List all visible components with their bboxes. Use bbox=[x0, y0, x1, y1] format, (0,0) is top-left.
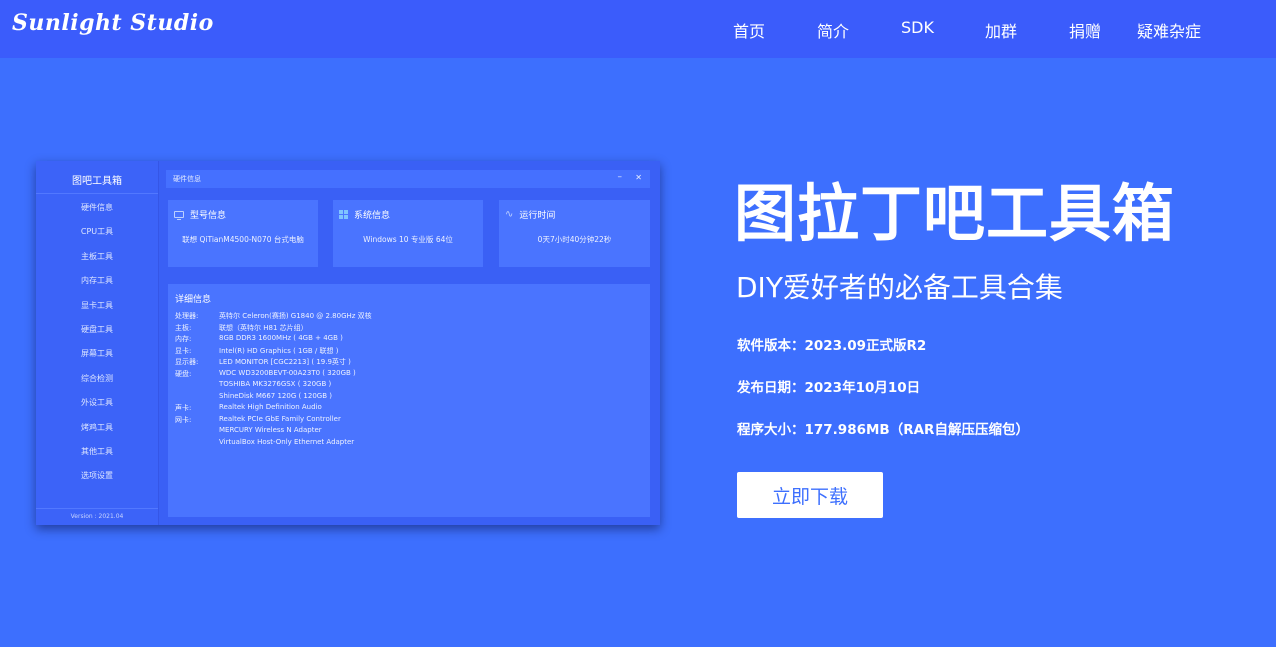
sidebar-divider bbox=[36, 508, 158, 509]
detail-key: 硬盘: bbox=[175, 369, 192, 378]
app-menu-item: 主板工具 bbox=[81, 251, 113, 261]
app-menu-item: 外设工具 bbox=[81, 398, 113, 408]
detail-value: LED MONITOR [CGC2213] ( 19.9英寸 ) bbox=[219, 358, 351, 366]
close-icon: ✕ bbox=[635, 173, 642, 182]
app-menu-item: 烤鸡工具 bbox=[81, 422, 113, 432]
nav-donate[interactable]: 捐赠 bbox=[1069, 18, 1101, 42]
detail-key bbox=[175, 380, 219, 392]
app-menu-item: 选项设置 bbox=[81, 471, 113, 481]
detail-row: 显示器: LED MONITOR [CGC2213] ( 19.9英寸 ) bbox=[175, 357, 372, 369]
detail-value: Realtek PCIe GbE Family Controller bbox=[219, 414, 341, 423]
detail-value: WDC WD3200BEVT-00A23T0 ( 320GB ) bbox=[219, 368, 356, 377]
detail-key bbox=[175, 392, 219, 404]
detail-row: 处理器: 英特尔 Celeron(赛扬) G1840 @ 2.80GHz 双核 bbox=[175, 311, 372, 323]
card-value: 0天7小时40分钟22秒 bbox=[537, 235, 612, 244]
minimize-icon: – bbox=[617, 172, 623, 182]
app-preview-window: 图吧工具箱 硬件信息 CPU工具 主板工具 内存工具 显卡工具 硬盘工具 屏幕工… bbox=[36, 161, 660, 525]
nav-faq[interactable]: 疑难杂症 bbox=[1137, 18, 1201, 42]
system-info-card: 系统信息 Windows 10 专业版 64位 bbox=[333, 200, 483, 267]
download-button[interactable]: 立即下载 bbox=[737, 472, 883, 518]
card-value: 联想 QiTianM4500-N070 台式电脑 bbox=[182, 235, 304, 244]
app-menu-item: 综合检测 bbox=[81, 373, 113, 383]
uptime-card: ∿ 运行时间 0天7小时40分钟22秒 bbox=[499, 200, 650, 267]
detail-row: ShineDisk M667 120G ( 120GB ) bbox=[175, 392, 372, 404]
detail-row: 网卡: Realtek PCIe GbE Family Controller bbox=[175, 415, 372, 427]
app-sidebar: 图吧工具箱 硬件信息 CPU工具 主板工具 内存工具 显卡工具 硬盘工具 屏幕工… bbox=[36, 161, 159, 525]
detail-key: 声卡: bbox=[175, 404, 192, 412]
detail-key: 主板: bbox=[175, 323, 192, 332]
detail-row: 显卡: Intel(R) HD Graphics ( 1GB / 联想 ) bbox=[175, 346, 372, 358]
nav-join-group[interactable]: 加群 bbox=[985, 18, 1017, 42]
app-titlebar: 硬件信息 – ✕ bbox=[166, 170, 650, 188]
card-title: 运行时间 bbox=[519, 211, 556, 221]
detail-row: 声卡: Realtek High Definition Audio bbox=[175, 403, 372, 415]
app-version: Version : 2021.04 bbox=[70, 513, 124, 520]
detail-value: VirtualBox Host-Only Ethernet Adapter bbox=[219, 437, 355, 446]
detail-row: 硬盘: WDC WD3200BEVT-00A23T0 ( 320GB ) bbox=[175, 369, 372, 381]
detail-row: MERCURY Wireless N Adapter bbox=[175, 426, 372, 438]
detail-key: 网卡: bbox=[175, 415, 192, 424]
site-logo[interactable]: Sunlight Studio bbox=[12, 10, 214, 36]
detail-key: 处理器: bbox=[175, 312, 199, 320]
app-menu-item: 内存工具 bbox=[81, 276, 113, 286]
app-menu-item: 其他工具 bbox=[81, 446, 113, 456]
detail-key: 显卡: bbox=[175, 346, 192, 355]
pulse-icon: ∿ bbox=[505, 208, 514, 220]
monitor-icon bbox=[174, 211, 184, 220]
nav-home[interactable]: 首页 bbox=[733, 18, 765, 42]
hero-subtitle: DIY爱好者的必备工具合集 bbox=[736, 271, 1063, 304]
detail-value: Intel(R) HD Graphics ( 1GB / 联想 ) bbox=[219, 346, 339, 355]
hero-title: 图拉丁吧工具箱 bbox=[734, 177, 1176, 250]
release-date: 发布日期：2023年10月10日 bbox=[737, 380, 921, 396]
detail-info-panel: 详细信息 处理器: 英特尔 Celeron(赛扬) G1840 @ 2.80GHz… bbox=[168, 284, 650, 517]
detail-title: 详细信息 bbox=[175, 295, 212, 305]
detail-value: 8GB DDR3 1600MHz ( 4GB + 4GB ) bbox=[219, 334, 343, 342]
detail-value: ShineDisk M667 120G ( 120GB ) bbox=[219, 391, 332, 400]
model-info-card: 型号信息 联想 QiTianM4500-N070 台式电脑 bbox=[168, 200, 318, 267]
nav-sdk[interactable]: SDK bbox=[901, 18, 934, 37]
app-menu-item: CPU工具 bbox=[80, 227, 114, 237]
detail-value: Realtek High Definition Audio bbox=[219, 403, 322, 411]
detail-key bbox=[175, 438, 219, 450]
card-title: 系统信息 bbox=[354, 211, 391, 221]
app-menu-item: 屏幕工具 bbox=[81, 349, 113, 359]
detail-key: 显示器: bbox=[175, 358, 199, 366]
detail-row: TOSHIBA MK3276GSX ( 320GB ) bbox=[175, 380, 372, 392]
app-menu-item: 显卡工具 bbox=[81, 300, 113, 310]
card-title: 型号信息 bbox=[190, 211, 227, 221]
detail-row: VirtualBox Host-Only Ethernet Adapter bbox=[175, 438, 372, 450]
detail-value: 联想（英特尔 H81 芯片组） bbox=[219, 323, 308, 332]
detail-value: TOSHIBA MK3276GSX ( 320GB ) bbox=[219, 380, 332, 388]
detail-key bbox=[175, 426, 219, 438]
app-window-title: 硬件信息 bbox=[173, 175, 201, 183]
detail-row: 内存: 8GB DDR3 1600MHz ( 4GB + 4GB ) bbox=[175, 334, 372, 346]
app-menu: 硬件信息 CPU工具 主板工具 内存工具 显卡工具 硬盘工具 屏幕工具 综合检测… bbox=[36, 202, 158, 495]
detail-key: 内存: bbox=[175, 335, 192, 343]
card-value: Windows 10 专业版 64位 bbox=[363, 235, 453, 244]
detail-rows: 处理器: 英特尔 Celeron(赛扬) G1840 @ 2.80GHz 双核 主… bbox=[175, 311, 372, 449]
top-navbar: Sunlight Studio 首页 简介 SDK 加群 捐赠 疑难杂症 bbox=[0, 0, 1276, 58]
app-menu-item: 硬盘工具 bbox=[81, 324, 113, 334]
detail-row: 主板: 联想（英特尔 H81 芯片组） bbox=[175, 323, 372, 335]
detail-value: MERCURY Wireless N Adapter bbox=[219, 426, 322, 434]
app-brand: 图吧工具箱 bbox=[72, 176, 122, 187]
app-menu-item: 硬件信息 bbox=[81, 203, 113, 212]
sidebar-divider bbox=[36, 193, 158, 194]
software-version: 软件版本：2023.09正式版R2 bbox=[737, 338, 927, 354]
detail-value: 英特尔 Celeron(赛扬) G1840 @ 2.80GHz 双核 bbox=[219, 312, 372, 320]
program-size: 程序大小：177.986MB（RAR自解压压缩包） bbox=[737, 422, 1029, 438]
windows-icon bbox=[339, 210, 348, 219]
nav-intro[interactable]: 简介 bbox=[817, 18, 849, 42]
